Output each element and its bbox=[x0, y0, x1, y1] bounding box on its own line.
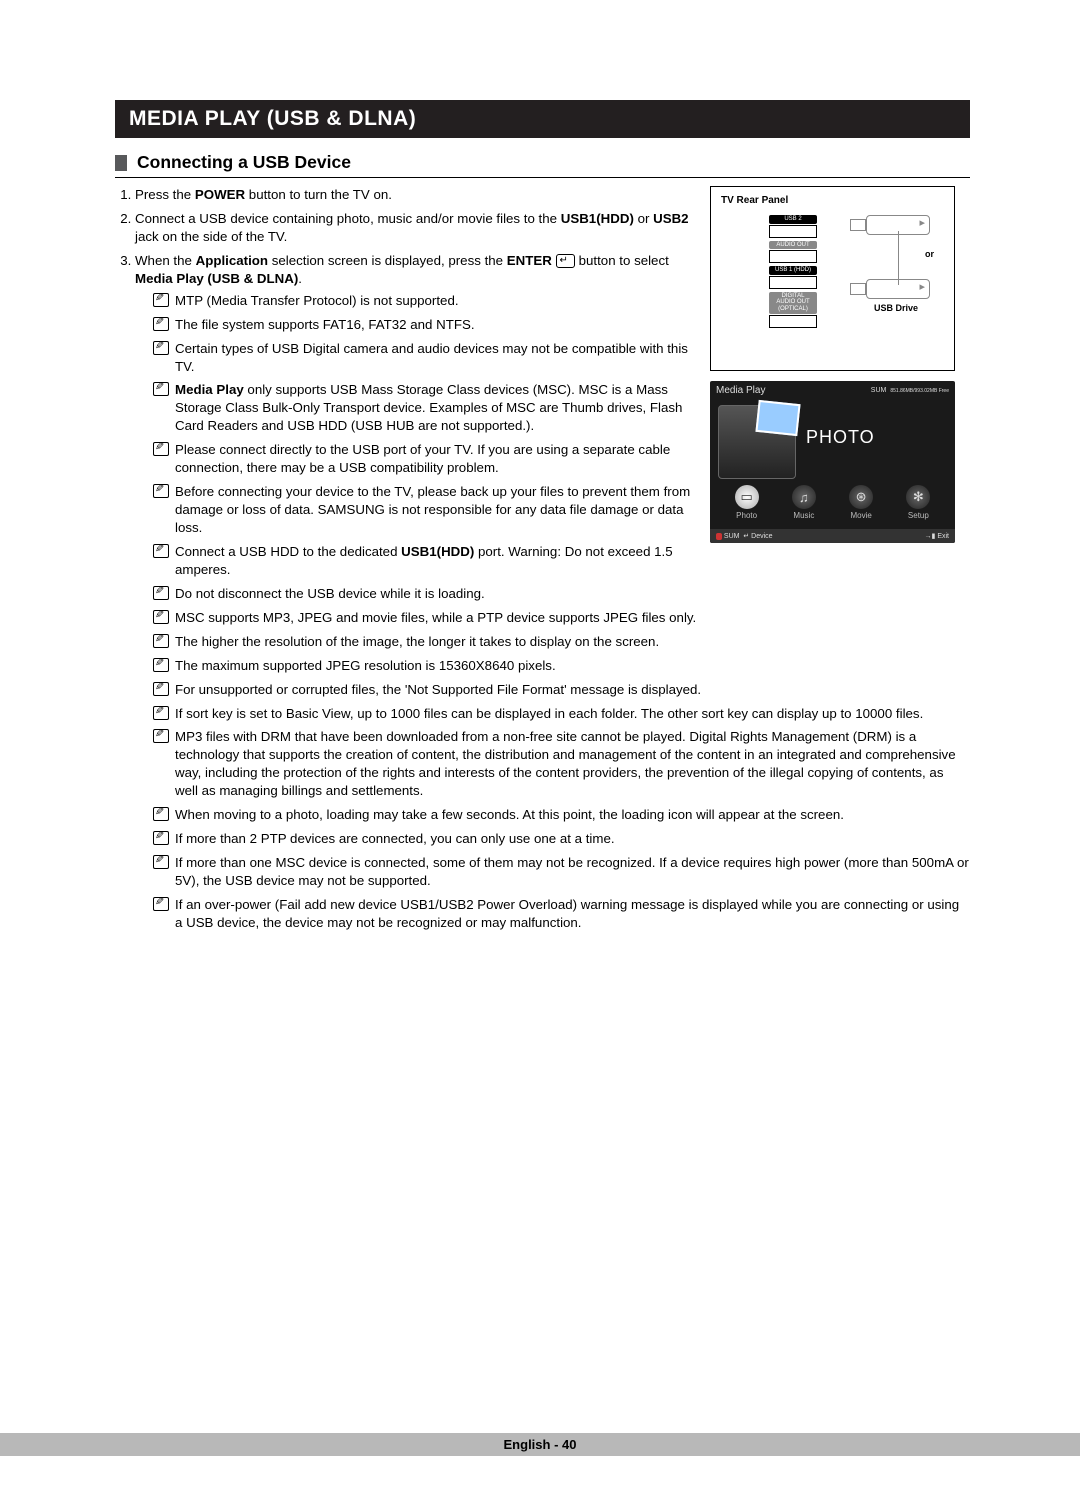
step-1: Press the POWER button to turn the TV on… bbox=[135, 186, 698, 204]
note-item: Connect a USB HDD to the dedicated USB1(… bbox=[153, 543, 698, 579]
note-item: When moving to a photo, loading may take… bbox=[133, 806, 970, 824]
text: Exit bbox=[937, 533, 949, 540]
section-heading: Connecting a USB Device bbox=[115, 152, 970, 178]
mp-storage: SUM 851.86MB/993.02MB Free bbox=[871, 385, 949, 396]
note-item: The file system supports FAT16, FAT32 an… bbox=[153, 316, 698, 334]
mp-footer: SUM ↵ Device →▮ Exit bbox=[710, 529, 955, 543]
note-item: Before connecting your device to the TV,… bbox=[153, 483, 698, 537]
note-item: For unsupported or corrupted files, the … bbox=[133, 681, 970, 699]
note-item: MSC supports MP3, JPEG and movie files, … bbox=[133, 609, 970, 627]
text-bold: Media Play bbox=[175, 382, 244, 397]
or-label: or bbox=[925, 249, 934, 259]
text-bold: USB1(HDD) bbox=[401, 544, 474, 559]
text: jack on the side of the TV. bbox=[135, 229, 287, 244]
mp-tab-music: ♫Music bbox=[792, 485, 816, 520]
note-item: Please connect directly to the USB port … bbox=[153, 441, 698, 477]
text: Device bbox=[751, 533, 772, 540]
note-item: Certain types of USB Digital camera and … bbox=[153, 340, 698, 376]
text: 851.86MB/993.02MB Free bbox=[890, 388, 949, 394]
port-label-usb2: USB 2 bbox=[769, 215, 817, 224]
text: SUM bbox=[871, 387, 887, 394]
usb-plug-icon bbox=[866, 279, 930, 299]
note-item: MTP (Media Transfer Protocol) is not sup… bbox=[153, 292, 698, 310]
text-bold: USB2 bbox=[653, 211, 688, 226]
mp-tab-photo: ▭Photo bbox=[735, 485, 759, 520]
mp-category-title: PHOTO bbox=[806, 427, 875, 448]
label: Music bbox=[793, 511, 814, 520]
text-bold: Application bbox=[196, 253, 268, 268]
text: Connect a USB HDD to the dedicated bbox=[175, 544, 401, 559]
text: button to turn the TV on. bbox=[245, 187, 392, 202]
note-item: The higher the resolution of the image, … bbox=[133, 633, 970, 651]
note-item: If an over-power (Fail add new device US… bbox=[133, 896, 970, 932]
port-label-audio: AUDIO OUT bbox=[769, 241, 817, 250]
diagram-title: TV Rear Panel bbox=[721, 195, 944, 206]
note-item: MP3 files with DRM that have been downlo… bbox=[133, 728, 970, 800]
section-marker bbox=[115, 155, 127, 171]
note-item: The maximum supported JPEG resolution is… bbox=[133, 657, 970, 675]
mp-tab-setup: ✻Setup bbox=[906, 485, 930, 520]
usb-drive-label: USB Drive bbox=[874, 303, 918, 313]
text: . bbox=[298, 271, 302, 286]
note-item: If sort key is set to Basic View, up to … bbox=[133, 705, 970, 723]
port-rect bbox=[769, 276, 817, 289]
section-title: Connecting a USB Device bbox=[137, 152, 351, 173]
text: SUM bbox=[724, 533, 740, 540]
text-bold: ENTER bbox=[507, 253, 552, 268]
text: Press the bbox=[135, 187, 195, 202]
text: When the bbox=[135, 253, 196, 268]
connector-line bbox=[898, 231, 899, 285]
port-rect bbox=[769, 225, 817, 238]
label: Setup bbox=[908, 511, 929, 520]
mp-title: Media Play bbox=[716, 385, 765, 396]
page-footer: English - 40 bbox=[0, 1433, 1080, 1456]
step-3: When the Application selection screen is… bbox=[135, 252, 698, 579]
text-bold: POWER bbox=[195, 187, 245, 202]
mp-tab-movie: ⊛Movie bbox=[849, 485, 873, 520]
photo-preview-icon bbox=[718, 405, 796, 479]
text: or bbox=[634, 211, 653, 226]
port-label-usb1: USB 1 (HDD) bbox=[769, 266, 817, 275]
text-bold: Media Play (USB & DLNA) bbox=[135, 271, 298, 286]
label: Photo bbox=[736, 511, 757, 520]
note-item: If more than one MSC device is connected… bbox=[133, 854, 970, 890]
media-play-screenshot: Media Play SUM 851.86MB/993.02MB Free PH… bbox=[710, 381, 955, 543]
rear-panel-diagram: TV Rear Panel USB 2 AUDIO OUT USB 1 (HDD… bbox=[710, 186, 955, 371]
note-item: Do not disconnect the USB device while i… bbox=[133, 585, 970, 603]
label: Movie bbox=[850, 511, 871, 520]
text: only supports USB Mass Storage Class dev… bbox=[175, 382, 682, 433]
text: selection screen is displayed, press the bbox=[268, 253, 507, 268]
text-bold: USB1(HDD) bbox=[561, 211, 634, 226]
text: Connect a USB device containing photo, m… bbox=[135, 211, 561, 226]
port-label-digital: DIGITAL AUDIO OUT (OPTICAL) bbox=[769, 292, 817, 314]
enter-icon: ↵ bbox=[556, 254, 575, 268]
port-rect bbox=[769, 250, 817, 263]
step-2: Connect a USB device containing photo, m… bbox=[135, 210, 698, 246]
note-item: If more than 2 PTP devices are connected… bbox=[133, 830, 970, 848]
port-rect bbox=[769, 315, 817, 328]
text: button to select bbox=[575, 253, 669, 268]
chapter-title: MEDIA PLAY (USB & DLNA) bbox=[115, 100, 970, 138]
note-item: Media Play only supports USB Mass Storag… bbox=[153, 381, 698, 435]
